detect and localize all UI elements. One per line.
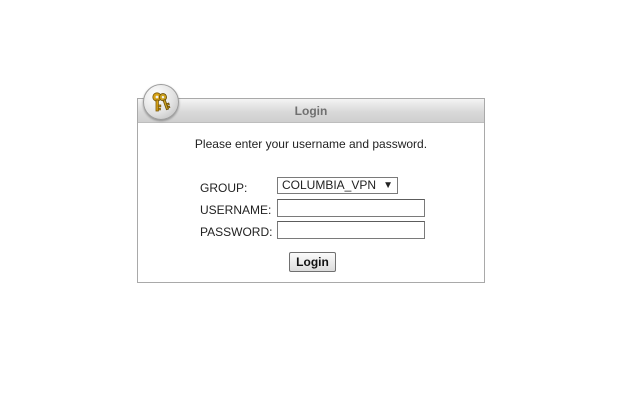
login-button[interactable]: Login (289, 252, 336, 272)
group-select[interactable]: COLUMBIA_VPN ▼ (277, 177, 398, 194)
username-label: USERNAME: (200, 203, 272, 217)
panel-header: Login (138, 99, 484, 123)
keys-icon (143, 84, 179, 120)
login-panel: Login Please enter your username and pas… (137, 98, 485, 283)
username-input[interactable] (277, 199, 425, 217)
dropdown-arrow-icon: ▼ (383, 180, 393, 191)
password-label: PASSWORD: (200, 225, 273, 239)
panel-title: Login (294, 104, 328, 118)
group-label: GROUP: (200, 181, 248, 195)
password-input[interactable] (277, 221, 425, 239)
group-select-value: COLUMBIA_VPN (282, 178, 377, 192)
login-instructions: Please enter your username and password. (194, 137, 428, 151)
